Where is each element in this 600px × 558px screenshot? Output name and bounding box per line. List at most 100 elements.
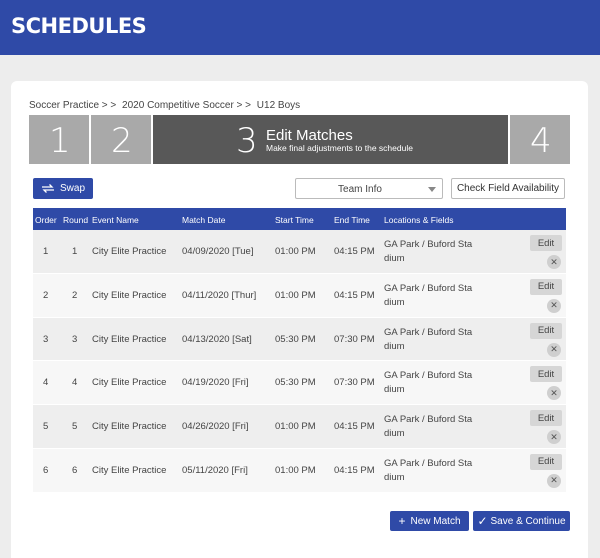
step-number: 1 (49, 121, 71, 161)
cell-order: 4 (43, 377, 49, 389)
cell-end: 04:15 PM (334, 246, 375, 257)
cell-round: 6 (72, 464, 78, 476)
cell-event: City Elite Practice (92, 289, 167, 301)
schedule-card: Soccer Practice > > 2020 Competitive Soc… (11, 81, 588, 558)
edit-button[interactable]: Edit (530, 235, 562, 251)
step-1[interactable]: 1 (29, 115, 89, 164)
close-icon[interactable]: ✕ (547, 298, 561, 313)
cell-location: GA Park / Buford Sta dium (384, 326, 473, 352)
close-icon[interactable]: ✕ (547, 430, 561, 445)
table-header: Order Round Event Name Match Date Start … (33, 208, 566, 230)
edit-button[interactable]: Edit (530, 453, 562, 470)
cell-start: 01:00 PM (275, 246, 316, 257)
col-start-time: Start Time (275, 215, 314, 225)
page-title: SCHEDULES (11, 14, 147, 38)
col-event-name: Event Name (92, 215, 139, 225)
cell-start: 01:00 PM (275, 289, 316, 301)
step-title: Edit Matches (266, 127, 353, 144)
cell-start: 05:30 PM (275, 333, 316, 345)
cell-order: 6 (43, 464, 49, 476)
new-match-button[interactable]: + New Match (390, 511, 469, 531)
app-header: SCHEDULES (0, 0, 600, 55)
cell-location: GA Park / Buford Sta dium (384, 457, 473, 483)
plus-icon: + (398, 514, 406, 528)
matches-table: Order Round Event Name Match Date Start … (33, 208, 566, 493)
cell-event: City Elite Practice (92, 333, 167, 345)
cell-date: 05/11/2020 [Fri] (182, 464, 248, 476)
cell-order: 5 (43, 421, 49, 433)
close-icon[interactable]: ✕ (547, 473, 561, 488)
cell-round: 1 (72, 246, 78, 257)
cell-date: 04/26/2020 [Fri] (182, 421, 249, 433)
col-match-date: Match Date (182, 215, 226, 225)
cell-event: City Elite Practice (92, 377, 167, 389)
cell-event: City Elite Practice (92, 464, 167, 476)
cell-end: 04:15 PM (334, 464, 375, 476)
table-row[interactable]: 3 3 City Elite Practice 04/13/2020 [Sat] 05:… (33, 317, 566, 362)
team-info-value: Team Info (338, 184, 382, 195)
step-4[interactable]: 4 (510, 115, 570, 164)
col-end-time: End Time (334, 215, 370, 225)
table-row[interactable]: 6 6 City Elite Practice 05/11/2020 [Fri] 01:… (33, 448, 566, 493)
chevron-down-icon (428, 187, 436, 192)
check-icon: ✓ (477, 514, 488, 528)
cell-start: 05:30 PM (275, 377, 316, 389)
cell-start: 01:00 PM (275, 421, 316, 433)
cell-event: City Elite Practice (92, 421, 167, 433)
breadcrumb-item[interactable]: 2020 Competitive Soccer > > (122, 100, 251, 111)
cell-location: GA Park / Buford Sta dium (384, 414, 473, 440)
edit-button[interactable]: Edit (530, 366, 562, 383)
check-field-availability-button[interactable]: Check Field Availability (451, 178, 565, 199)
step-2[interactable]: 2 (91, 115, 151, 164)
cell-order: 1 (43, 246, 49, 257)
swap-label: Swap (59, 183, 85, 194)
step-number: 4 (530, 121, 552, 161)
cell-location: GA Park / Buford Sta dium (384, 282, 473, 308)
cell-round: 4 (72, 377, 78, 389)
new-match-label: New Match (410, 515, 461, 527)
cell-round: 3 (72, 333, 78, 345)
save-continue-label: Save & Continue (490, 515, 566, 527)
step-3[interactable]: 3 Edit Matches Make final adjustments to… (153, 115, 508, 164)
cell-end: 07:30 PM (334, 377, 375, 389)
col-round: Round (63, 215, 89, 225)
edit-button[interactable]: Edit (530, 278, 562, 295)
edit-button[interactable]: Edit (530, 410, 562, 427)
table-row[interactable]: 2 2 City Elite Practice 04/11/2020 [Thur] 01… (33, 273, 566, 318)
step-number: 2 (111, 121, 133, 161)
cell-date: 04/09/2020 [Tue] (182, 246, 254, 257)
cell-location: GA Park / Buford Sta dium (384, 239, 473, 264)
edit-button[interactable]: Edit (530, 322, 562, 339)
breadcrumb: Soccer Practice > > 2020 Competitive Soc… (29, 100, 303, 111)
step-number: 3 (236, 121, 258, 161)
team-info-select[interactable]: Team Info (295, 178, 443, 199)
table-row[interactable]: 1 1 City Elite Practice 04/09/2020 [Tue] 01:… (33, 230, 566, 274)
swap-icon (41, 184, 54, 193)
wizard-stepper: 1 2 3 Edit Matches Make final adjustment… (29, 115, 570, 164)
swap-button[interactable]: Swap (33, 178, 93, 199)
cell-round: 2 (72, 289, 78, 301)
table-row[interactable]: 5 5 City Elite Practice 04/26/2020 [Fri] 01:… (33, 405, 566, 449)
cell-location: GA Park / Buford Sta dium (384, 370, 473, 396)
cell-date: 04/19/2020 [Fri] (182, 377, 249, 389)
cell-order: 2 (43, 289, 49, 301)
close-icon[interactable]: ✕ (547, 342, 561, 357)
breadcrumb-item[interactable]: Soccer Practice > > (29, 100, 116, 111)
cell-date: 04/13/2020 [Sat] (182, 333, 252, 345)
cell-end: 04:15 PM (334, 289, 375, 301)
col-locations: Locations & Fields (384, 215, 454, 225)
cell-end: 04:15 PM (334, 421, 375, 433)
cell-order: 3 (43, 333, 49, 345)
cell-round: 5 (72, 421, 78, 433)
cell-start: 01:00 PM (275, 464, 316, 476)
cell-end: 07:30 PM (334, 333, 375, 345)
close-icon[interactable]: ✕ (547, 386, 561, 401)
breadcrumb-item[interactable]: U12 Boys (257, 100, 300, 111)
close-icon[interactable]: ✕ (547, 255, 561, 269)
table-body: 1 1 City Elite Practice 04/09/2020 [Tue] 01:… (33, 230, 566, 493)
save-continue-button[interactable]: ✓ Save & Continue (473, 511, 570, 531)
cell-date: 04/11/2020 [Thur] (182, 289, 257, 301)
table-row[interactable]: 4 4 City Elite Practice 04/19/2020 [Fri] 05:… (33, 361, 566, 406)
col-order: Order (35, 215, 57, 225)
cell-event: City Elite Practice (92, 246, 167, 257)
